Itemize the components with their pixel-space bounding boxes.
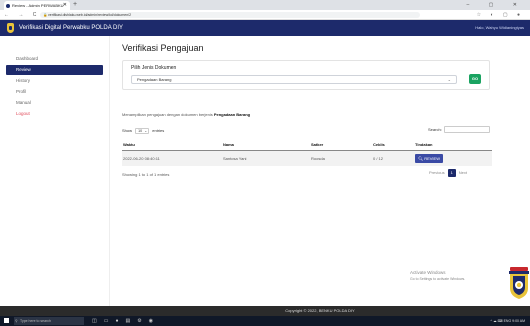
activate-windows-watermark: Activate Windows Go to Settings to activ… — [410, 270, 465, 282]
filter-info-type: Pengadaan Barang — [213, 112, 251, 117]
pagination-page-1[interactable]: 1 — [447, 169, 456, 177]
filter-info-text: Menampilkan pengajuan dengan dokumen ber… — [122, 112, 214, 117]
browser-tab-bar: Review - Admin PERWABKU ✕ + – ▢ ✕ — [0, 0, 530, 10]
new-tab-button[interactable]: + — [73, 0, 77, 10]
table-search: Search: — [428, 126, 490, 134]
footer-left — [0, 306, 110, 316]
column-header[interactable]: Waktu — [122, 140, 222, 151]
entries-label: entries — [152, 128, 165, 133]
chevron-down-icon: ⌄ — [144, 128, 148, 133]
user-greeting[interactable]: Halo, Wahyu Widianingtyas — [475, 20, 524, 36]
polda-logo-icon — [7, 23, 14, 33]
submissions-table: Waktu Nama Satker Ceklis Tindakan 2022-0… — [122, 140, 492, 166]
column-header[interactable]: Ceklis — [372, 140, 414, 151]
lock-icon: 🔒 — [43, 13, 48, 17]
address-bar-row: ← → C 🔒 verifikasi.dishlaku.web.id/admin… — [0, 10, 530, 20]
pagination-previous[interactable]: Previous — [426, 169, 448, 177]
tab-title: Review - Admin PERWABKU — [12, 3, 64, 8]
url-field[interactable]: 🔒 verifikasi.dishlaku.web.id/admin/revie… — [40, 12, 420, 18]
cell-tindakan: 🔍︎ REVIEW — [414, 150, 492, 166]
filter-info: Menampilkan pengajuan dengan dokumen ber… — [122, 112, 250, 117]
windows-taskbar: ⚲ Type here to search ◫▭●▤⚙◉ ^ ☁ ⌨ ENG 9… — [0, 316, 530, 326]
browser-nav-icons[interactable]: ← → C — [4, 10, 40, 20]
column-header[interactable]: Satker — [310, 140, 372, 151]
sidebar: Dashboard Review History Profil Manual L… — [0, 36, 110, 306]
favicon-icon — [6, 3, 10, 8]
search-input[interactable] — [444, 126, 490, 133]
sidebar-item-manual[interactable]: Manual — [0, 98, 109, 108]
selected-document-type: Pengadaan Barang — [137, 77, 172, 82]
browser-toolbar-icons[interactable]: ☆ ◐ ▢ ● — [477, 10, 524, 20]
taskbar-search-placeholder: Type here to search — [20, 319, 51, 323]
table-info: Showing 1 to 1 of 1 entries — [122, 172, 170, 177]
window-controls[interactable]: – ▢ ✕ — [467, 0, 526, 10]
search-icon: ⚲ — [15, 319, 18, 323]
cell-ceklis: 0 / 12 — [372, 150, 414, 166]
table-header-row: Waktu Nama Satker Ceklis Tindakan — [122, 140, 492, 151]
table-row: 2022-06-20 08:40:11 Santosa Yani Roosda … — [122, 150, 492, 166]
cell-waktu: 2022-06-20 08:40:11 — [122, 150, 222, 166]
review-button[interactable]: 🔍︎ REVIEW — [415, 153, 443, 163]
entries-value: 10 — [138, 128, 143, 133]
cell-satker: Roosda — [310, 150, 372, 166]
sidebar-item-dashboard[interactable]: Dashboard — [0, 54, 109, 64]
taskbar-app-icons[interactable]: ◫▭●▤⚙◉ — [92, 316, 160, 326]
document-type-card: Pilih Jenis Dokumen Pengadaan Barang ⌄ G… — [122, 60, 490, 90]
close-tab-icon[interactable]: ✕ — [63, 1, 67, 10]
column-header[interactable]: Nama — [222, 140, 310, 151]
watermark-subtitle: Go to Settings to activate Windows. — [410, 277, 466, 281]
sidebar-item-history[interactable]: History — [0, 76, 109, 86]
search-label: Search: — [428, 127, 442, 132]
main-content: Verifikasi Pengajuan Pilih Jenis Dokumen… — [110, 36, 530, 306]
sidebar-item-profil[interactable]: Profil — [0, 87, 109, 97]
sidebar-item-logout[interactable]: Logout — [0, 109, 109, 119]
document-type-select[interactable]: Pengadaan Barang ⌄ — [131, 75, 457, 84]
cell-nama: Santosa Yani — [222, 150, 310, 166]
windows-start-icon[interactable] — [4, 318, 9, 323]
card-label: Pilih Jenis Dokumen — [131, 65, 177, 71]
pagination: Previous 1 Next — [426, 169, 470, 177]
screen: Review - Admin PERWABKU ✕ + – ▢ ✕ ← → C … — [0, 0, 530, 326]
taskbar-search[interactable]: ⚲ Type here to search — [14, 317, 84, 325]
system-tray[interactable]: ^ ☁ ⌨ ENG 9:00 AM — [490, 316, 525, 326]
url-text: verifikasi.dishlaku.web.id/admin/review/… — [48, 13, 132, 17]
page-title: Verifikasi Pengajuan — [122, 43, 204, 53]
entries-length-control: Show 10 ⌄ entries — [122, 127, 164, 135]
column-header[interactable]: Tindakan — [414, 140, 492, 151]
app-brand[interactable]: Verifikasi Digital Perwabku POLDA DIY — [19, 20, 123, 36]
footer: Copyright © 2022, BENKU POLDA DIY — [110, 306, 530, 316]
go-button[interactable]: GO — [469, 74, 481, 84]
chevron-down-icon: ⌄ — [447, 77, 451, 82]
app-navbar: Verifikasi Digital Perwabku POLDA DIY Ha… — [0, 20, 530, 36]
pagination-next[interactable]: Next — [456, 169, 470, 177]
review-button-label: REVIEW — [424, 155, 440, 161]
entries-select[interactable]: 10 ⌄ — [135, 127, 150, 134]
polda-emblem-icon — [509, 267, 529, 299]
show-label: Show — [122, 128, 133, 133]
sidebar-item-review[interactable]: Review — [6, 65, 103, 75]
browser-tab[interactable]: Review - Admin PERWABKU ✕ — [4, 1, 70, 10]
